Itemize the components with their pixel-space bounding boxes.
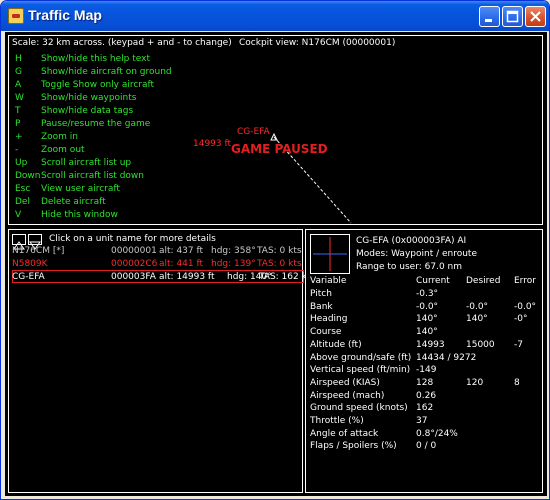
current-value: -0.3° xyxy=(416,289,439,299)
close-icon xyxy=(530,11,541,22)
unit-altitude: alt: 441 ft xyxy=(159,259,204,269)
current-value: 14993 xyxy=(416,339,445,350)
minimize-icon xyxy=(485,19,492,22)
map-canvas xyxy=(270,132,352,224)
maximize-icon xyxy=(506,10,519,23)
details-title: CG-EFA (0x000003FA) AI xyxy=(356,236,467,246)
current-value: -149 xyxy=(416,365,437,376)
current-value: 128 xyxy=(416,377,434,388)
unit-id: 00000001 xyxy=(111,246,157,256)
unit-altitude: alt: 437 ft xyxy=(159,246,204,256)
window-title: Traffic Map xyxy=(28,7,102,23)
unit-heading: hdg: 139° xyxy=(211,259,256,269)
variable-label: Above ground/safe (ft) xyxy=(310,352,412,363)
current-value: 0 / 0 xyxy=(416,441,437,452)
variable-label: Vertical speed (ft/min) xyxy=(310,365,411,376)
unit-id: 000002C6 xyxy=(111,259,158,269)
current-value: 14434 / 9272 xyxy=(416,352,477,363)
col-header-error: Error xyxy=(514,276,536,286)
attitude-indicator xyxy=(310,234,350,274)
error-value: -7 xyxy=(514,339,523,350)
unit-tas: TAS: 0 kts xyxy=(257,246,302,256)
details-panel: CG-EFA (0x000003FA) AI Modes: Waypoint /… xyxy=(305,229,543,493)
app-icon xyxy=(8,8,24,24)
unit-name[interactable]: N176CM [*] xyxy=(12,246,64,257)
details-modes: Modes: Waypoint / enroute xyxy=(356,249,477,259)
current-value: 37 xyxy=(416,416,428,426)
unit-list-hint: Click on a unit name for more details xyxy=(49,234,216,244)
current-value: 162 xyxy=(416,403,434,414)
variable-label: Airspeed (mach) xyxy=(310,390,385,401)
current-value: 140° xyxy=(416,327,438,338)
close-button[interactable] xyxy=(525,6,546,27)
desired-value: 15000 xyxy=(466,339,495,350)
variable-label: Throttle (%) xyxy=(310,416,364,426)
desired-value: 140° xyxy=(466,314,488,325)
scroll-down-button[interactable] xyxy=(28,234,42,250)
unit-altitude: alt: 14993 ft xyxy=(159,272,215,282)
variable-label: Pitch xyxy=(310,289,332,299)
main-area: Scale: 32 km across. (keypad + and - to … xyxy=(5,32,547,496)
col-header-variable: Variable xyxy=(310,276,347,286)
map-tag-altitude: 14993 ft xyxy=(193,139,232,149)
unit-list-panel: Click on a unit name for more details N1… xyxy=(8,229,315,493)
unit-heading: hdg: 358° xyxy=(211,246,256,256)
desired-value: 120 xyxy=(466,377,484,388)
variable-label: Course xyxy=(310,327,342,338)
current-value: -0.0° xyxy=(416,301,439,312)
unit-id: 000003FA xyxy=(111,272,156,282)
error-value: 8 xyxy=(514,377,520,388)
maximize-button[interactable] xyxy=(502,6,523,27)
minimize-button[interactable] xyxy=(479,6,500,27)
variable-label: Bank xyxy=(310,301,333,312)
col-header-current: Current xyxy=(416,276,450,286)
desired-value: -0.0° xyxy=(466,301,489,312)
details-range: Range to user: 67.0 nm xyxy=(356,262,463,272)
error-value: -0.0° xyxy=(514,301,537,312)
variable-label: Ground speed (knots) xyxy=(310,403,408,414)
unit-name[interactable]: N5809K xyxy=(12,259,48,270)
title-bar[interactable]: Traffic Map xyxy=(1,1,549,31)
current-value: 140° xyxy=(416,314,438,325)
variable-label: Heading xyxy=(310,314,348,325)
error-value: -0° xyxy=(514,314,528,325)
map-tag-name[interactable]: CG-EFA xyxy=(237,127,270,138)
game-paused-label: GAME PAUSED xyxy=(231,142,328,156)
map-panel[interactable]: Scale: 32 km across. (keypad + and - to … xyxy=(8,35,543,225)
current-value: 0.8°/24% xyxy=(416,428,458,439)
variable-label: Airspeed (KIAS) xyxy=(310,377,380,388)
variable-label: Flaps / Spoilers (%) xyxy=(310,441,397,452)
crosshair-icon xyxy=(313,237,347,271)
unit-name[interactable]: CG-EFA xyxy=(12,272,45,283)
scroll-up-button[interactable] xyxy=(12,234,26,250)
current-value: 0.26 xyxy=(416,390,437,401)
variable-label: Angle of attack xyxy=(310,428,379,439)
variable-label: Altitude (ft) xyxy=(310,339,362,350)
unit-tas: TAS: 0 kts xyxy=(257,259,302,269)
traffic-map-window: Traffic Map Scale: 32 km across. (keypad… xyxy=(0,0,550,500)
col-header-desired: Desired xyxy=(466,276,501,286)
